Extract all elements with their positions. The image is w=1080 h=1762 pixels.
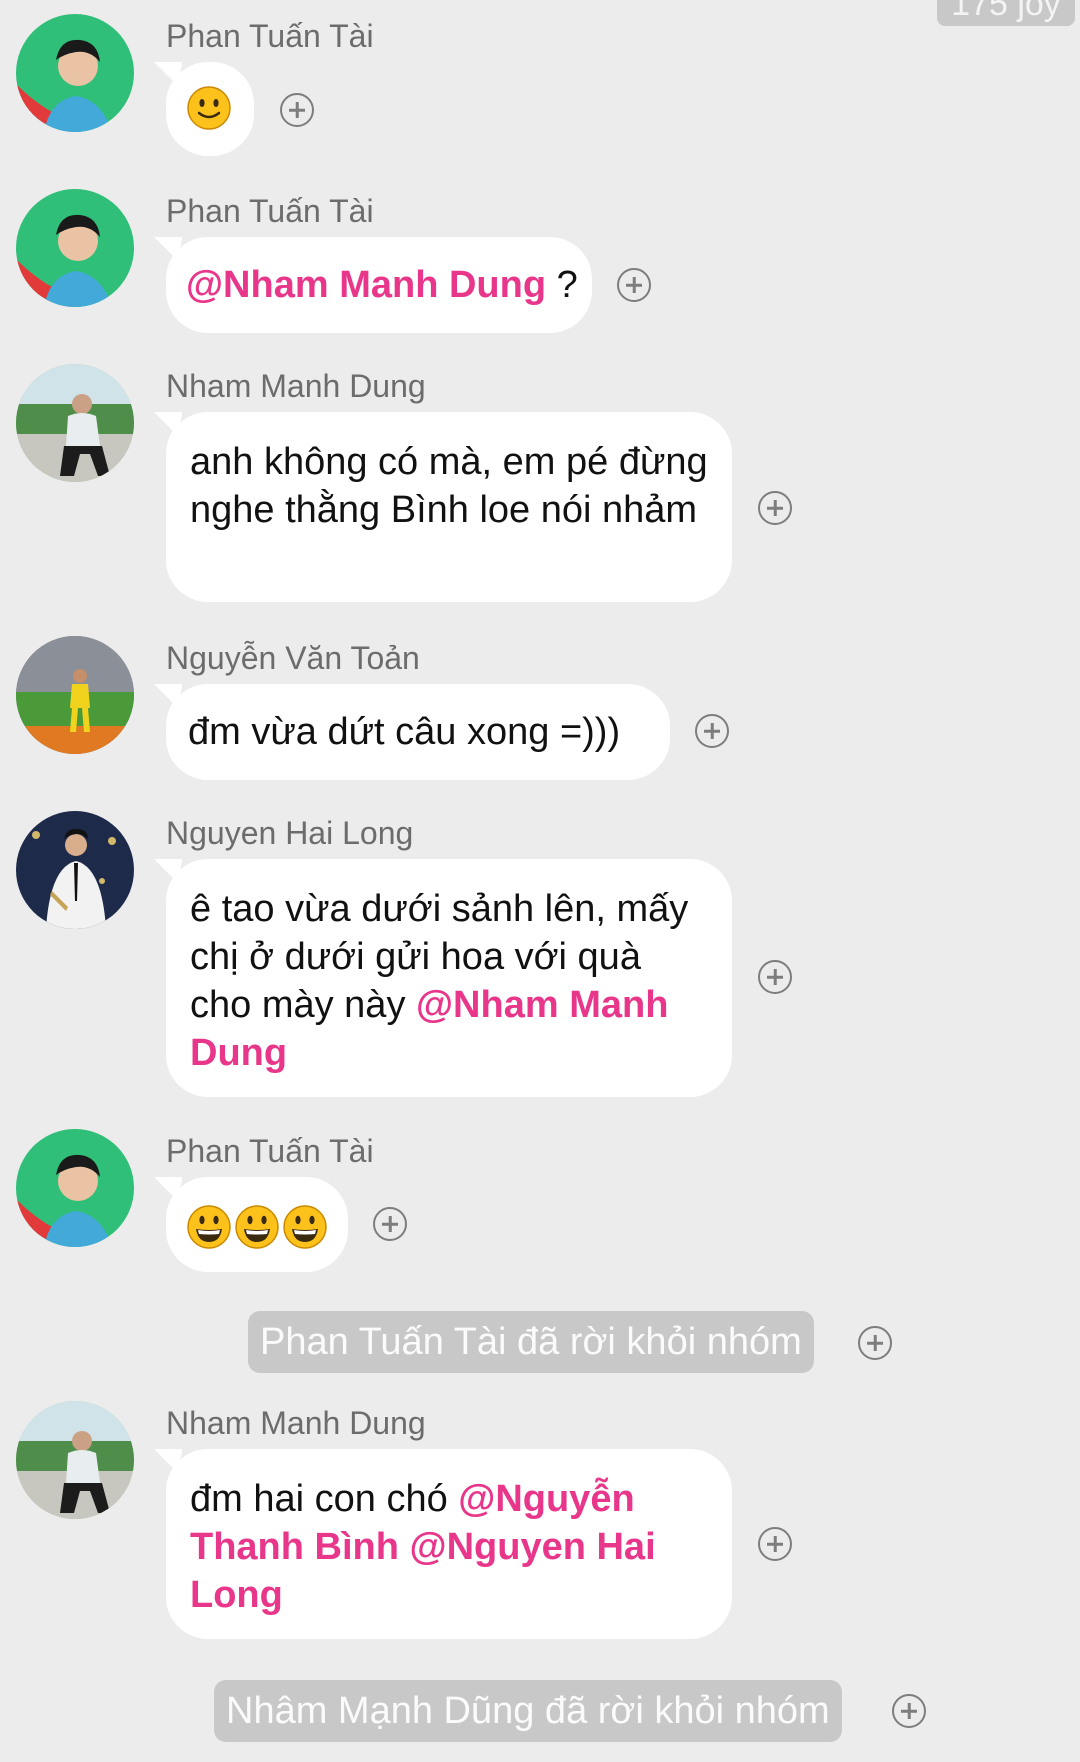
message-bubble[interactable]: ê tao vừa dưới sảnh lên, mấy chị ở dưới … [166, 859, 732, 1097]
add-reaction-icon[interactable] [758, 1527, 792, 1561]
message-text: ? [546, 264, 578, 306]
message-bubble[interactable]: @Nham Manh Dung ? [166, 237, 592, 333]
sender-name: Phan Tuấn Tài [166, 1133, 374, 1169]
avatar-nguyen-hai-long[interactable] [16, 811, 134, 929]
add-reaction-icon[interactable] [695, 714, 729, 748]
message-text: đm vừa dứt câu xong =))) [188, 711, 621, 753]
sender-name: Nham Manh Dung [166, 1405, 426, 1441]
add-reaction-icon[interactable] [858, 1326, 892, 1360]
message-bubble[interactable] [166, 62, 254, 156]
add-reaction-icon[interactable] [373, 1207, 407, 1241]
message-text: đm hai con chó [190, 1478, 459, 1520]
grinning-emoji-icon [187, 1205, 231, 1249]
grinning-emoji-icon [235, 1205, 279, 1249]
sender-name: Nguyễn Văn Toản [166, 640, 420, 676]
grinning-emoji-icon [283, 1205, 327, 1249]
system-message: Phan Tuấn Tài đã rời khỏi nhóm [248, 1311, 814, 1373]
message-text: anh không có mà, em pé đừng nghe thằng B… [190, 441, 708, 531]
message-bubble[interactable]: đm hai con chó @Nguyễn Thanh Bình @Nguye… [166, 1449, 732, 1639]
avatar-nham-manh-dung[interactable] [16, 1401, 134, 1519]
system-message: Nhâm Mạnh Dũng đã rời khỏi nhóm [214, 1680, 842, 1742]
add-reaction-icon[interactable] [758, 491, 792, 525]
add-reaction-icon[interactable] [617, 268, 651, 302]
sender-name: Nham Manh Dung [166, 368, 426, 404]
add-reaction-icon[interactable] [758, 960, 792, 994]
avatar-nham-manh-dung[interactable] [16, 364, 134, 482]
add-reaction-icon[interactable] [280, 93, 314, 127]
avatar-phan-tuan-tai[interactable] [16, 189, 134, 307]
avatar-phan-tuan-tai[interactable] [16, 14, 134, 132]
slightly-smiling-emoji-icon [187, 86, 231, 130]
add-reaction-icon[interactable] [892, 1694, 926, 1728]
avatar-phan-tuan-tai[interactable] [16, 1129, 134, 1247]
sender-name: Phan Tuấn Tài [166, 18, 374, 54]
message-bubble[interactable]: anh không có mà, em pé đừng nghe thằng B… [166, 412, 732, 602]
sender-name: Phan Tuấn Tài [166, 193, 374, 229]
avatar-nguyen-van-toan[interactable] [16, 636, 134, 754]
top-badge: 175 joy [937, 0, 1075, 26]
sender-name: Nguyen Hai Long [166, 815, 414, 851]
message-bubble[interactable] [166, 1177, 348, 1272]
mention-link[interactable]: @Nham Manh Dung [186, 264, 546, 306]
message-bubble[interactable]: đm vừa dứt câu xong =))) [166, 684, 670, 780]
